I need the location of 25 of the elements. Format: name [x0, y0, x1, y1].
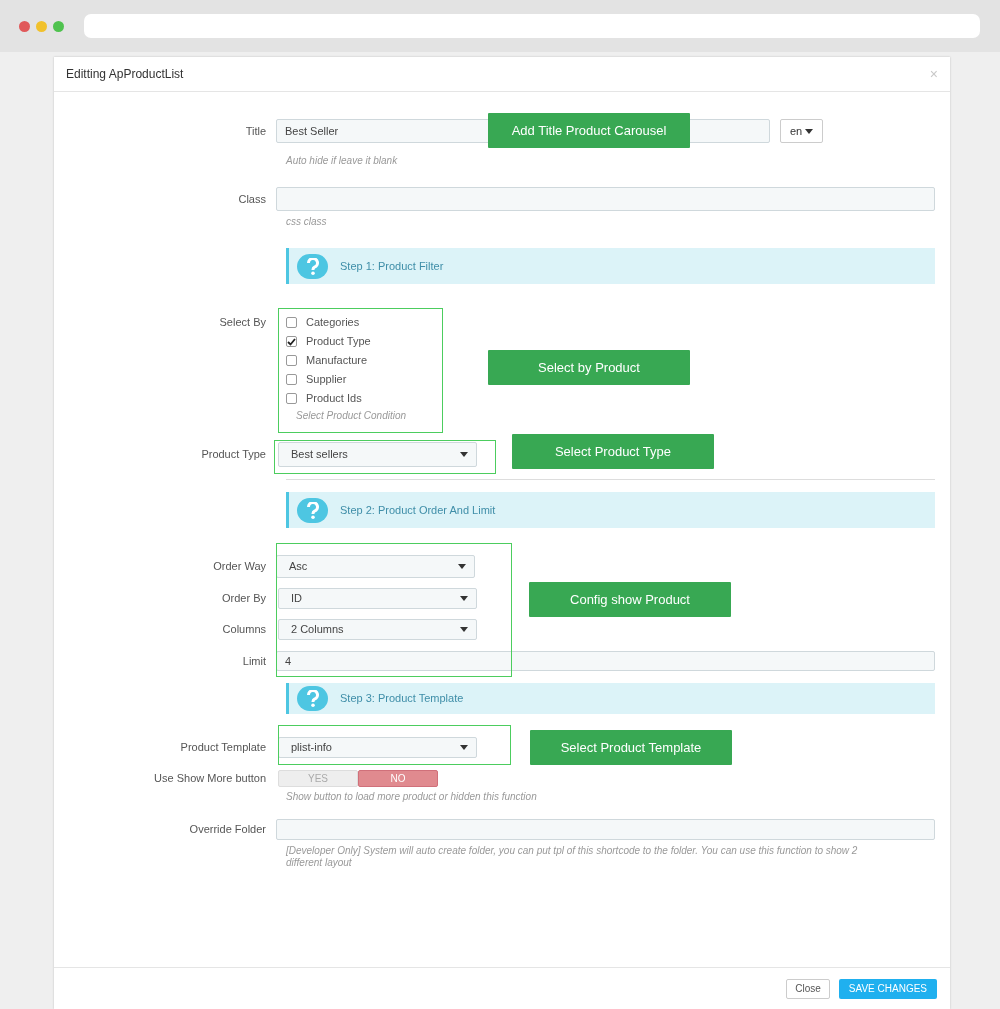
- dialog-title: Editting ApProductList: [66, 66, 184, 83]
- step-title: Step 1: Product Filter: [340, 258, 444, 274]
- help-text: css class: [286, 216, 328, 228]
- field-label: Columns: [221, 622, 267, 638]
- field-label: Override Folder: [188, 822, 267, 838]
- field-label: Order By: [221, 591, 267, 607]
- callout-tooltip: Add Title Product Carousel: [488, 113, 690, 148]
- help-text: Show button to load more product or hidden this function: [286, 791, 538, 803]
- step-title: Step 2: Product Order And Limit: [340, 502, 496, 518]
- field-label: Product Type: [200, 447, 267, 463]
- field-label: Limit: [241, 653, 267, 669]
- field-label: Select By: [218, 315, 267, 330]
- field-label: Class: [237, 191, 267, 207]
- help-text: Auto hide if leave it blank: [286, 155, 399, 167]
- callout-tooltip: Config show Product: [529, 582, 731, 617]
- field-label: Product Template: [179, 740, 267, 756]
- field-label: Use Show More button: [153, 771, 267, 787]
- callout-tooltip: Select Product Template: [530, 730, 732, 765]
- callout-tooltip: Select Product Type: [512, 434, 714, 469]
- field-label: Title: [244, 123, 267, 139]
- step-title: Step 3: Product Template: [340, 691, 464, 707]
- help-text: [Developer Only] System will auto create folder, you can put tpl of this shortcode to the folder. You can use this function to show 2 different layout: [286, 845, 859, 869]
- field-label: Order Way: [212, 559, 267, 575]
- help-text: Select Product Condition: [296, 410, 408, 422]
- callout-tooltip: Select by Product: [488, 350, 690, 385]
